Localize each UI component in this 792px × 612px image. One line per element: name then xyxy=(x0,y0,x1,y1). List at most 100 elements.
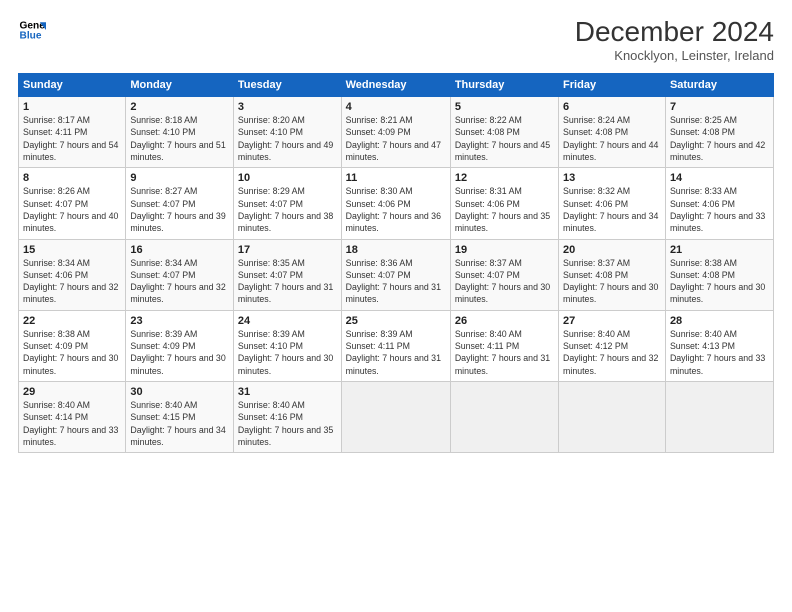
day-info: Sunrise: 8:24 AMSunset: 4:08 PMDaylight:… xyxy=(563,114,661,163)
day-number: 25 xyxy=(346,315,446,327)
day-info: Sunrise: 8:27 AMSunset: 4:07 PMDaylight:… xyxy=(130,185,229,234)
main-title: December 2024 xyxy=(575,16,774,48)
day-of-week-saturday: Saturday xyxy=(665,74,773,97)
calendar-cell: 5Sunrise: 8:22 AMSunset: 4:08 PMDaylight… xyxy=(450,97,558,168)
calendar-cell xyxy=(341,382,450,453)
day-number: 8 xyxy=(23,172,121,184)
day-info: Sunrise: 8:20 AMSunset: 4:10 PMDaylight:… xyxy=(238,114,337,163)
day-info: Sunrise: 8:31 AMSunset: 4:06 PMDaylight:… xyxy=(455,185,554,234)
day-info: Sunrise: 8:26 AMSunset: 4:07 PMDaylight:… xyxy=(23,185,121,234)
day-of-week-thursday: Thursday xyxy=(450,74,558,97)
calendar-cell: 17Sunrise: 8:35 AMSunset: 4:07 PMDayligh… xyxy=(233,239,341,310)
calendar-cell: 14Sunrise: 8:33 AMSunset: 4:06 PMDayligh… xyxy=(665,168,773,239)
calendar-cell: 3Sunrise: 8:20 AMSunset: 4:10 PMDaylight… xyxy=(233,97,341,168)
calendar-cell: 23Sunrise: 8:39 AMSunset: 4:09 PMDayligh… xyxy=(126,310,234,381)
calendar-cell: 25Sunrise: 8:39 AMSunset: 4:11 PMDayligh… xyxy=(341,310,450,381)
day-number: 17 xyxy=(238,244,337,256)
title-block: December 2024 Knocklyon, Leinster, Irela… xyxy=(575,16,774,63)
calendar-week-2: 8Sunrise: 8:26 AMSunset: 4:07 PMDaylight… xyxy=(19,168,774,239)
day-info: Sunrise: 8:40 AMSunset: 4:16 PMDaylight:… xyxy=(238,399,337,448)
day-number: 4 xyxy=(346,101,446,113)
calendar-cell: 18Sunrise: 8:36 AMSunset: 4:07 PMDayligh… xyxy=(341,239,450,310)
day-number: 31 xyxy=(238,386,337,398)
calendar-cell: 30Sunrise: 8:40 AMSunset: 4:15 PMDayligh… xyxy=(126,382,234,453)
day-info: Sunrise: 8:37 AMSunset: 4:08 PMDaylight:… xyxy=(563,257,661,306)
day-number: 29 xyxy=(23,386,121,398)
calendar-week-3: 15Sunrise: 8:34 AMSunset: 4:06 PMDayligh… xyxy=(19,239,774,310)
day-number: 19 xyxy=(455,244,554,256)
calendar-cell xyxy=(559,382,666,453)
calendar-cell: 10Sunrise: 8:29 AMSunset: 4:07 PMDayligh… xyxy=(233,168,341,239)
day-info: Sunrise: 8:40 AMSunset: 4:15 PMDaylight:… xyxy=(130,399,229,448)
day-number: 23 xyxy=(130,315,229,327)
day-info: Sunrise: 8:40 AMSunset: 4:13 PMDaylight:… xyxy=(670,328,769,377)
day-info: Sunrise: 8:37 AMSunset: 4:07 PMDaylight:… xyxy=(455,257,554,306)
day-number: 16 xyxy=(130,244,229,256)
subtitle: Knocklyon, Leinster, Ireland xyxy=(575,48,774,63)
calendar-cell: 15Sunrise: 8:34 AMSunset: 4:06 PMDayligh… xyxy=(19,239,126,310)
day-number: 2 xyxy=(130,101,229,113)
day-number: 27 xyxy=(563,315,661,327)
day-number: 26 xyxy=(455,315,554,327)
day-info: Sunrise: 8:34 AMSunset: 4:06 PMDaylight:… xyxy=(23,257,121,306)
day-number: 13 xyxy=(563,172,661,184)
day-number: 1 xyxy=(23,101,121,113)
day-info: Sunrise: 8:36 AMSunset: 4:07 PMDaylight:… xyxy=(346,257,446,306)
day-of-week-monday: Monday xyxy=(126,74,234,97)
calendar-cell: 21Sunrise: 8:38 AMSunset: 4:08 PMDayligh… xyxy=(665,239,773,310)
day-info: Sunrise: 8:21 AMSunset: 4:09 PMDaylight:… xyxy=(346,114,446,163)
calendar-cell: 31Sunrise: 8:40 AMSunset: 4:16 PMDayligh… xyxy=(233,382,341,453)
calendar-cell: 8Sunrise: 8:26 AMSunset: 4:07 PMDaylight… xyxy=(19,168,126,239)
day-info: Sunrise: 8:34 AMSunset: 4:07 PMDaylight:… xyxy=(130,257,229,306)
calendar-cell: 20Sunrise: 8:37 AMSunset: 4:08 PMDayligh… xyxy=(559,239,666,310)
calendar-cell: 7Sunrise: 8:25 AMSunset: 4:08 PMDaylight… xyxy=(665,97,773,168)
day-number: 15 xyxy=(23,244,121,256)
calendar-cell: 12Sunrise: 8:31 AMSunset: 4:06 PMDayligh… xyxy=(450,168,558,239)
day-number: 5 xyxy=(455,101,554,113)
day-number: 6 xyxy=(563,101,661,113)
calendar-cell: 13Sunrise: 8:32 AMSunset: 4:06 PMDayligh… xyxy=(559,168,666,239)
day-number: 7 xyxy=(670,101,769,113)
day-number: 20 xyxy=(563,244,661,256)
calendar-cell: 28Sunrise: 8:40 AMSunset: 4:13 PMDayligh… xyxy=(665,310,773,381)
calendar-cell: 22Sunrise: 8:38 AMSunset: 4:09 PMDayligh… xyxy=(19,310,126,381)
day-info: Sunrise: 8:40 AMSunset: 4:12 PMDaylight:… xyxy=(563,328,661,377)
calendar-cell: 4Sunrise: 8:21 AMSunset: 4:09 PMDaylight… xyxy=(341,97,450,168)
day-info: Sunrise: 8:30 AMSunset: 4:06 PMDaylight:… xyxy=(346,185,446,234)
calendar-cell: 27Sunrise: 8:40 AMSunset: 4:12 PMDayligh… xyxy=(559,310,666,381)
calendar-cell: 16Sunrise: 8:34 AMSunset: 4:07 PMDayligh… xyxy=(126,239,234,310)
day-of-week-wednesday: Wednesday xyxy=(341,74,450,97)
calendar-cell xyxy=(665,382,773,453)
day-info: Sunrise: 8:39 AMSunset: 4:11 PMDaylight:… xyxy=(346,328,446,377)
day-number: 14 xyxy=(670,172,769,184)
day-info: Sunrise: 8:33 AMSunset: 4:06 PMDaylight:… xyxy=(670,185,769,234)
day-info: Sunrise: 8:39 AMSunset: 4:10 PMDaylight:… xyxy=(238,328,337,377)
day-info: Sunrise: 8:38 AMSunset: 4:09 PMDaylight:… xyxy=(23,328,121,377)
day-info: Sunrise: 8:40 AMSunset: 4:14 PMDaylight:… xyxy=(23,399,121,448)
calendar-cell: 29Sunrise: 8:40 AMSunset: 4:14 PMDayligh… xyxy=(19,382,126,453)
logo: General Blue xyxy=(18,16,46,44)
calendar-header-row: SundayMondayTuesdayWednesdayThursdayFrid… xyxy=(19,74,774,97)
day-number: 28 xyxy=(670,315,769,327)
calendar-cell: 6Sunrise: 8:24 AMSunset: 4:08 PMDaylight… xyxy=(559,97,666,168)
day-info: Sunrise: 8:29 AMSunset: 4:07 PMDaylight:… xyxy=(238,185,337,234)
day-number: 11 xyxy=(346,172,446,184)
calendar-cell: 9Sunrise: 8:27 AMSunset: 4:07 PMDaylight… xyxy=(126,168,234,239)
calendar-week-4: 22Sunrise: 8:38 AMSunset: 4:09 PMDayligh… xyxy=(19,310,774,381)
day-info: Sunrise: 8:38 AMSunset: 4:08 PMDaylight:… xyxy=(670,257,769,306)
day-number: 12 xyxy=(455,172,554,184)
day-number: 24 xyxy=(238,315,337,327)
day-number: 21 xyxy=(670,244,769,256)
day-number: 30 xyxy=(130,386,229,398)
day-info: Sunrise: 8:32 AMSunset: 4:06 PMDaylight:… xyxy=(563,185,661,234)
calendar-cell xyxy=(450,382,558,453)
calendar-cell: 1Sunrise: 8:17 AMSunset: 4:11 PMDaylight… xyxy=(19,97,126,168)
calendar-week-5: 29Sunrise: 8:40 AMSunset: 4:14 PMDayligh… xyxy=(19,382,774,453)
day-info: Sunrise: 8:40 AMSunset: 4:11 PMDaylight:… xyxy=(455,328,554,377)
day-number: 3 xyxy=(238,101,337,113)
day-info: Sunrise: 8:25 AMSunset: 4:08 PMDaylight:… xyxy=(670,114,769,163)
day-of-week-tuesday: Tuesday xyxy=(233,74,341,97)
calendar-cell: 26Sunrise: 8:40 AMSunset: 4:11 PMDayligh… xyxy=(450,310,558,381)
day-info: Sunrise: 8:17 AMSunset: 4:11 PMDaylight:… xyxy=(23,114,121,163)
header: General Blue December 2024 Knocklyon, Le… xyxy=(18,16,774,63)
